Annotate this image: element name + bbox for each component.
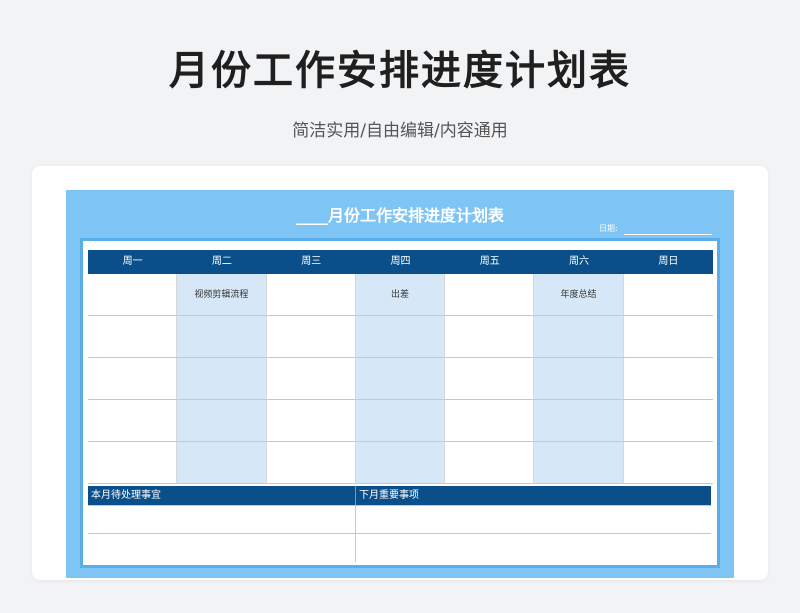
date-field-line[interactable] — [624, 234, 712, 235]
schedule-cell[interactable] — [445, 442, 535, 484]
weekday-header: 周六 — [569, 256, 590, 267]
schedule-cell[interactable] — [445, 400, 535, 442]
schedule-cell[interactable] — [355, 316, 446, 358]
schedule-cell[interactable] — [623, 316, 713, 358]
table-frame: 周一 周二 周三 周四 周五 周六 周日 视频剪辑流程 出差 年度总结 本月待处… — [80, 238, 720, 568]
schedule-cell[interactable]: 年度总结 — [534, 274, 624, 316]
schedule-cell[interactable] — [355, 358, 446, 400]
schedule-cell[interactable] — [266, 316, 356, 358]
schedule-cell[interactable] — [88, 358, 178, 400]
schedule-cell[interactable] — [88, 274, 178, 316]
todo-area[interactable] — [88, 505, 711, 562]
weekday-header: 周一 — [122, 256, 143, 267]
schedule-cell[interactable] — [445, 358, 535, 400]
schedule-cell[interactable]: 视频剪辑流程 — [177, 274, 267, 316]
schedule-cell[interactable] — [177, 442, 267, 484]
page-subtitle: 简洁实用/自由编辑/内容通用 — [292, 121, 508, 141]
schedule-cell[interactable] — [266, 358, 356, 400]
schedule-cell[interactable] — [177, 358, 267, 400]
schedule-cell[interactable] — [355, 442, 446, 484]
schedule-cell[interactable] — [88, 316, 178, 358]
schedule-cell[interactable] — [445, 316, 535, 358]
schedule-cell[interactable] — [88, 442, 178, 484]
schedule-sheet: ____月份工作安排进度计划表 日期: 周一 周二 周三 周四 周五 周六 周日… — [66, 190, 734, 578]
schedule-cell[interactable] — [534, 316, 624, 358]
schedule-cell[interactable] — [534, 358, 624, 400]
weekday-header: 周三 — [301, 256, 322, 267]
schedule-cell[interactable]: 出差 — [355, 274, 446, 316]
schedule-cell[interactable] — [177, 316, 267, 358]
schedule-cell[interactable] — [623, 274, 713, 316]
date-label: 日期: — [599, 224, 618, 233]
weekday-header: 周日 — [658, 256, 679, 267]
schedule-cell[interactable] — [266, 442, 356, 484]
schedule-cell[interactable] — [623, 400, 713, 442]
todo-row-line — [88, 533, 711, 534]
schedule-cell[interactable] — [445, 274, 535, 316]
schedule-cell[interactable] — [177, 400, 267, 442]
weekday-header-row: 周一 周二 周三 周四 周五 周六 周日 — [88, 250, 713, 274]
schedule-cell[interactable] — [623, 442, 713, 484]
next-month-key-items-header: 下月重要事项 — [355, 486, 711, 505]
weekday-header: 周二 — [211, 256, 232, 267]
page-title: 月份工作安排进度计划表 — [169, 48, 631, 94]
schedule-cell[interactable] — [534, 400, 624, 442]
schedule-cell[interactable] — [623, 358, 713, 400]
sheet-title: ____月份工作安排进度计划表 — [295, 206, 504, 225]
this-month-todo-header: 本月待处理事宜 — [91, 490, 161, 501]
schedule-cell[interactable] — [266, 400, 356, 442]
schedule-cell[interactable] — [355, 400, 446, 442]
schedule-cell[interactable] — [534, 442, 624, 484]
weekday-header: 周五 — [479, 256, 500, 267]
todo-row-line — [88, 505, 711, 506]
schedule-cell[interactable] — [88, 400, 178, 442]
weekday-header: 周四 — [390, 256, 411, 267]
todo-header-row: 本月待处理事宜 下月重要事项 — [88, 486, 711, 505]
schedule-cell[interactable] — [266, 274, 356, 316]
schedule-grid: 视频剪辑流程 出差 年度总结 — [88, 274, 713, 484]
